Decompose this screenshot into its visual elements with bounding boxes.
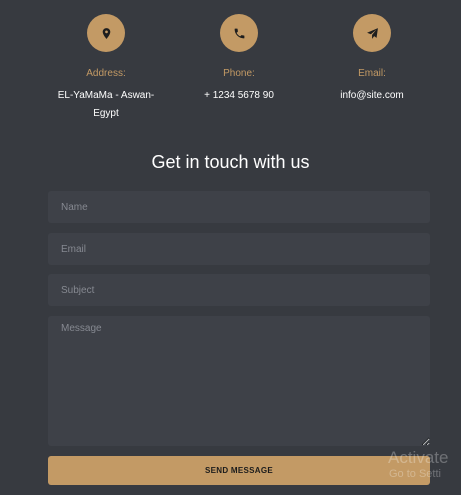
send-message-button[interactable]: SEND MESSAGE [48,456,430,485]
contact-page: Address: EL-YaMaMa - Aswan-Egypt Phone: … [0,0,461,495]
phone-value: + 1234 5678 90 [204,90,274,101]
phone-block: Phone: + 1234 5678 90 [164,14,314,105]
address-label: Address: [86,68,126,79]
subject-input[interactable] [48,274,430,306]
form-heading: Get in touch with us [151,152,310,172]
address-block: Address: EL-YaMaMa - Aswan-Egypt [31,14,181,123]
email-block: Email: info@site.com [297,14,447,105]
address-icon-circle [87,14,125,52]
map-pin-icon [102,27,110,39]
email-label: Email: [358,68,386,79]
address-value: EL-YaMaMa - Aswan-Egypt [57,90,155,119]
name-input[interactable] [48,191,430,223]
phone-icon [234,28,244,38]
phone-icon-circle [220,14,258,52]
paper-plane-icon [366,27,378,39]
phone-label: Phone: [223,68,255,79]
message-textarea[interactable] [48,316,430,446]
email-value: info@site.com [340,90,404,101]
email-icon-circle [353,14,391,52]
email-input[interactable] [48,233,430,265]
contact-info-row: Address: EL-YaMaMa - Aswan-Egypt Phone: … [0,14,461,124]
